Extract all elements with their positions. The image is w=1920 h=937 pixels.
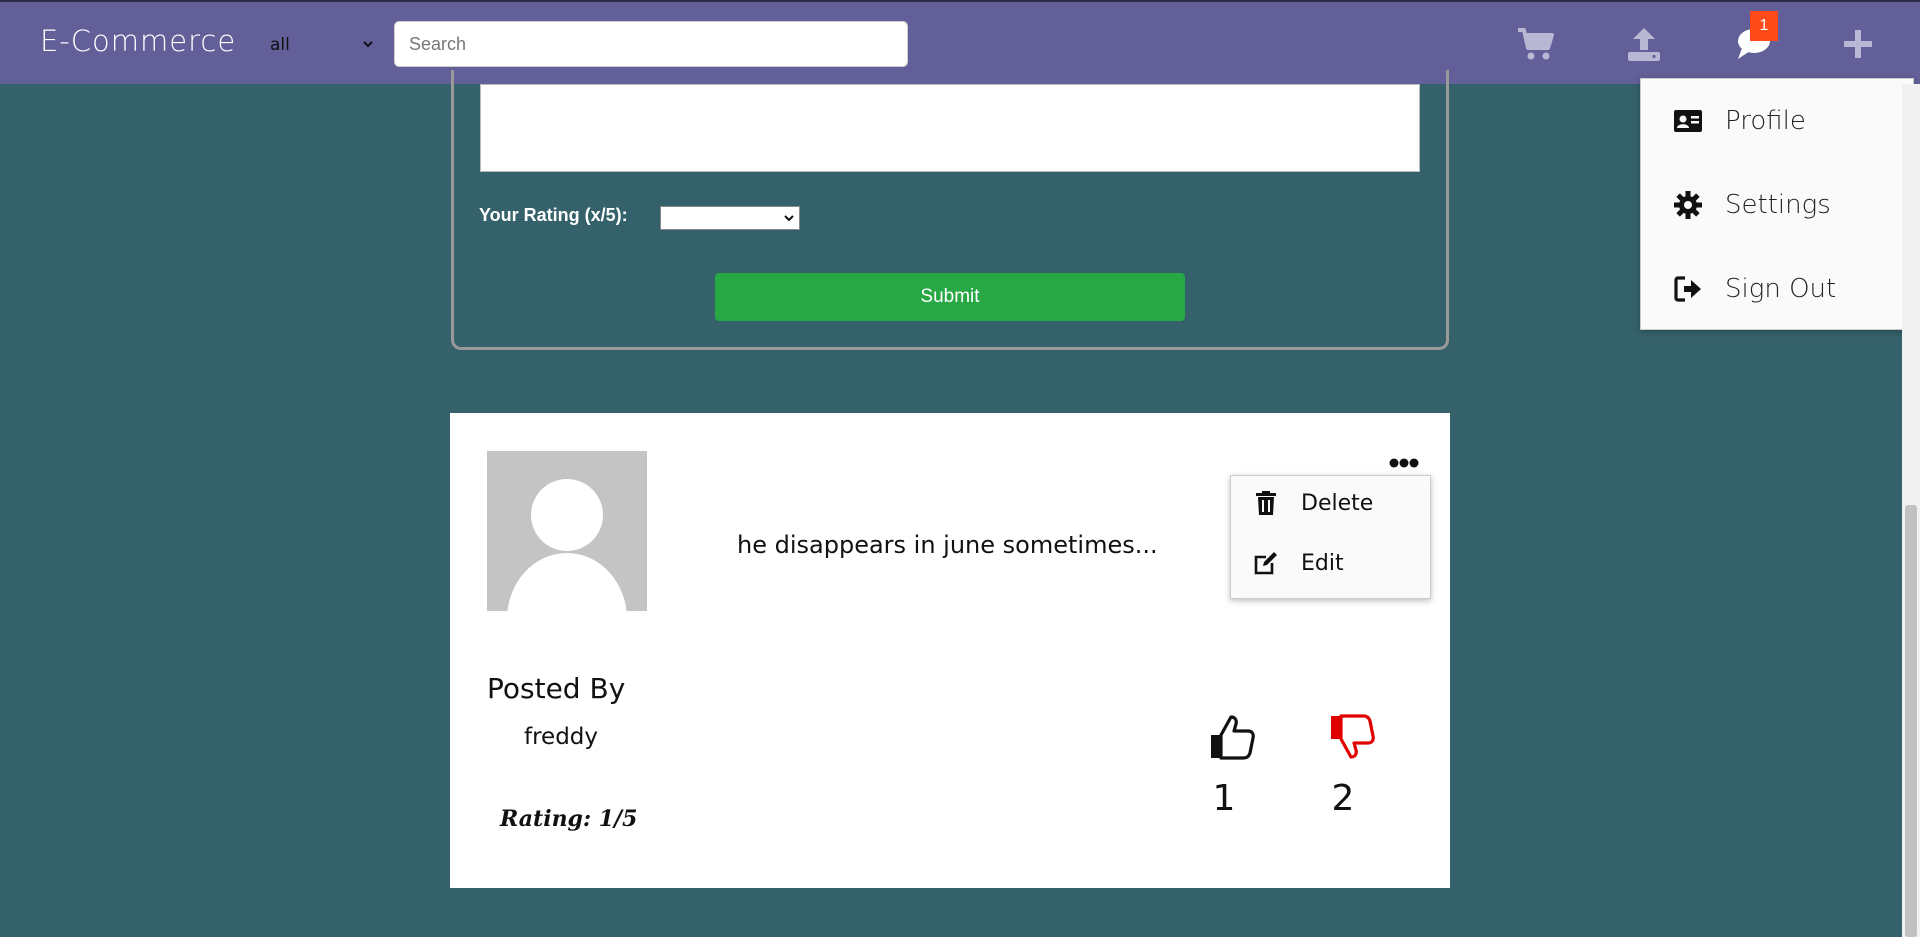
- notification-badge: 1: [1750, 11, 1778, 41]
- category-select[interactable]: all: [270, 32, 374, 58]
- brand-logo[interactable]: E-Commerce: [40, 24, 236, 58]
- menu-item-label: Delete: [1301, 490, 1374, 516]
- menu-item-label: Sign Out: [1725, 274, 1837, 304]
- id-card-icon: [1673, 106, 1703, 136]
- submit-button[interactable]: Submit: [715, 273, 1185, 321]
- chevron-down-icon: [362, 35, 374, 55]
- search-input[interactable]: [394, 21, 908, 67]
- like-count: 1: [1212, 778, 1236, 819]
- thumbs-up-icon[interactable]: [1209, 713, 1255, 761]
- menu-item-label: Edit: [1301, 550, 1344, 576]
- posted-by-label: Posted By: [487, 672, 626, 705]
- gear-icon: [1673, 190, 1703, 220]
- comment-author[interactable]: freddy: [524, 724, 598, 750]
- comment-options-menu: Delete Edit: [1230, 475, 1431, 599]
- review-textarea[interactable]: [480, 84, 1420, 172]
- menu-item-label: Settings: [1725, 190, 1831, 220]
- menu-item-edit[interactable]: Edit: [1253, 550, 1344, 576]
- trash-icon: [1253, 490, 1279, 516]
- dislike-count: 2: [1331, 778, 1355, 819]
- comment-rating: Rating: 1/5: [500, 806, 638, 832]
- menu-item-profile[interactable]: Profile: [1673, 101, 1806, 141]
- account-menu: Profile Settings Sign Out: [1640, 78, 1914, 330]
- avatar: [487, 451, 647, 611]
- scrollbar-thumb[interactable]: [1905, 505, 1917, 937]
- menu-item-sign-out[interactable]: Sign Out: [1673, 269, 1836, 309]
- upload-icon[interactable]: [1624, 26, 1664, 62]
- plus-icon[interactable]: [1838, 26, 1878, 62]
- menu-item-label: Profile: [1725, 106, 1806, 136]
- cart-icon[interactable]: [1516, 26, 1556, 62]
- comment-text: he disappears in june sometimes...: [737, 531, 1158, 559]
- rating-label: Your Rating (x/5):: [479, 205, 628, 225]
- more-options-icon[interactable]: [1388, 455, 1420, 471]
- edit-icon: [1253, 550, 1279, 576]
- chevron-down-icon: [784, 215, 794, 222]
- category-selected: all: [270, 35, 290, 55]
- rating-select[interactable]: [660, 206, 800, 230]
- menu-item-delete[interactable]: Delete: [1253, 490, 1373, 516]
- sign-out-icon: [1673, 274, 1703, 304]
- menu-item-settings[interactable]: Settings: [1673, 185, 1831, 225]
- thumbs-down-icon[interactable]: [1329, 713, 1375, 761]
